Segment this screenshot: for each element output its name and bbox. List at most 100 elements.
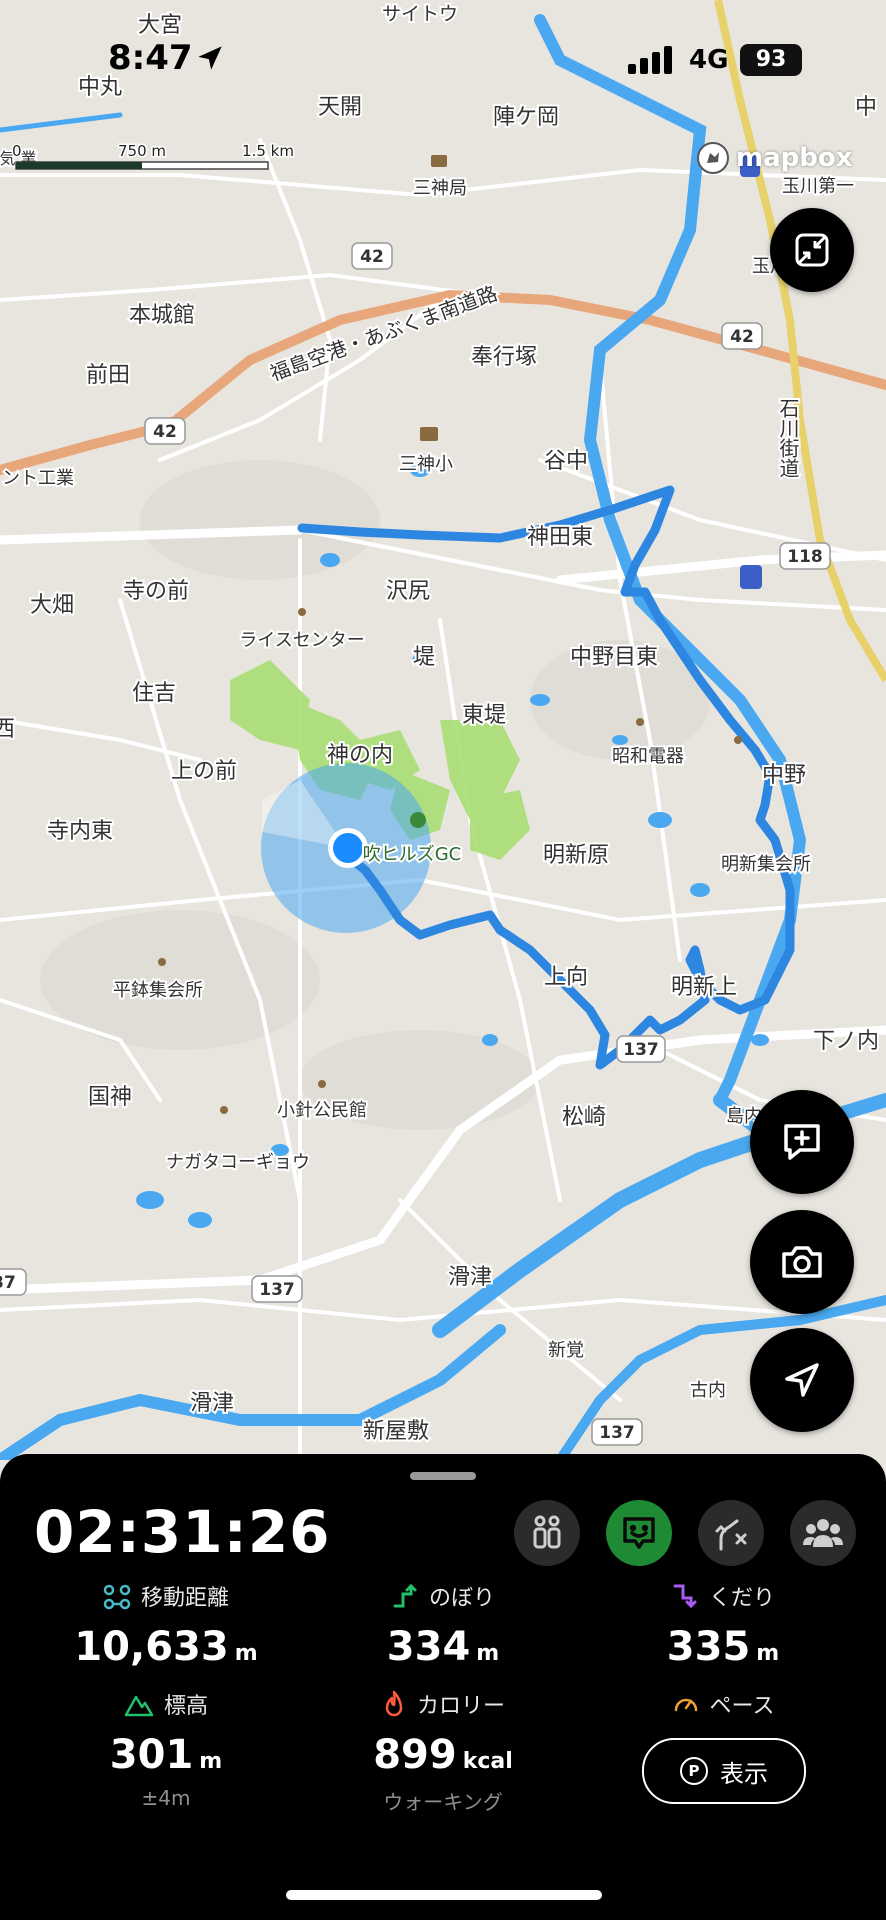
stat-unit: kcal: [462, 1749, 513, 1774]
map-label: 寺内東: [47, 819, 113, 844]
map-label: 住吉: [132, 681, 176, 706]
pace-show-button[interactable]: P 表示: [642, 1738, 806, 1804]
stat-descent: くだり 335 m: [583, 1580, 863, 1670]
map-label: 神の内: [327, 743, 393, 768]
svg-text:42: 42: [360, 247, 384, 267]
stat-unit: m: [756, 1641, 780, 1666]
flame-icon: [385, 1690, 403, 1717]
stat-label: 移動距離: [140, 1586, 229, 1611]
stat-ascent: のぼり 334 m: [303, 1580, 583, 1670]
map-label: 前田: [86, 363, 130, 388]
map-label: 新屋敷: [363, 1419, 429, 1444]
stat-value: 899: [373, 1732, 457, 1778]
group-icon: [803, 1519, 843, 1547]
stat-value: 335: [666, 1624, 751, 1670]
road-label-ishikawa: 石川街道: [774, 396, 802, 480]
svg-text:42: 42: [153, 422, 177, 442]
ascent-icon: [393, 1583, 417, 1608]
location-services-icon: [198, 46, 222, 70]
svg-text:137: 137: [623, 1040, 659, 1060]
route-shield-137b: 137: [251, 1275, 303, 1303]
stat-label: のぼり: [428, 1586, 495, 1611]
add-note-icon: [784, 1124, 820, 1160]
smile-badge-icon: [623, 1517, 655, 1549]
home-indicator[interactable]: [286, 1890, 602, 1900]
mapbox-attribution[interactable]: mapbox: [696, 140, 853, 176]
map-label: 東堤: [462, 703, 506, 728]
signal-icon: [628, 46, 672, 74]
route-shield-137a: 137: [616, 1035, 666, 1063]
speedometer-icon: [674, 1698, 697, 1712]
clock: 8:47: [108, 38, 193, 78]
stat-value: 334: [386, 1624, 471, 1670]
route-shield-37: 37: [0, 1268, 27, 1296]
scale-zero: 0: [12, 142, 22, 160]
stat-label: ペース: [709, 1694, 775, 1719]
pace-p-icon: P: [680, 1757, 708, 1785]
mapbox-wordmark: mapbox: [736, 143, 853, 173]
map-label: 三神小: [399, 454, 453, 475]
stat-unit: m: [234, 1641, 258, 1666]
pace-show-label: 表示: [720, 1759, 768, 1788]
mapbox-logo-icon: [697, 142, 729, 174]
svg-text:42: 42: [730, 327, 754, 347]
map-label: ント工業: [2, 468, 74, 489]
scale-max: 1.5 km: [242, 142, 294, 160]
camera-icon: [782, 1246, 822, 1278]
svg-text:137: 137: [599, 1423, 635, 1443]
map-label: 国神: [88, 1085, 132, 1110]
map-label: 三神局: [413, 178, 467, 199]
map-scale-bar: 0 750 m 1.5 km: [11, 141, 295, 170]
map-label: 西: [0, 717, 15, 742]
distance-icon: [103, 1584, 131, 1610]
stat-value: 301: [109, 1732, 194, 1778]
descent-icon: [673, 1584, 697, 1609]
map-label: 明新原: [543, 843, 609, 868]
svg-text:石川街道: 石川街道: [776, 398, 800, 478]
group-button[interactable]: [790, 1500, 856, 1566]
scale-mid: 750 m: [118, 142, 166, 160]
hiking-partners-button[interactable]: [514, 1500, 580, 1566]
stat-activity-type: ウォーキング: [383, 1790, 503, 1814]
map-label: 玉川第一: [782, 176, 854, 197]
map-label: 神田東: [527, 525, 593, 550]
map-label: 昭和電器: [612, 746, 684, 767]
map-label: 中野目東: [570, 645, 658, 670]
add-note-button[interactable]: [750, 1090, 854, 1194]
stat-distance: 移動距離 10,633 m: [26, 1580, 306, 1670]
stat-accuracy: ±4m: [141, 1786, 191, 1810]
map-label: 奉行塚: [471, 345, 537, 370]
route-shield-42c: 42: [721, 322, 763, 350]
map-label: 本城館: [129, 303, 195, 328]
route-branch-icon: [715, 1519, 747, 1551]
locate-button[interactable]: [750, 1328, 854, 1432]
battery-indicator: 93: [740, 44, 802, 76]
stat-unit: m: [476, 1641, 500, 1666]
mountain-icon: [124, 1695, 154, 1717]
stat-label: カロリー: [416, 1694, 505, 1719]
map-label: 古内: [690, 1380, 726, 1401]
expand-icon: [795, 233, 829, 267]
route-shield-42a: 42: [351, 242, 393, 270]
map-label: 吹ヒルズGC: [363, 844, 462, 865]
stat-label: 標高: [163, 1694, 208, 1719]
network-type: 4G: [689, 45, 729, 75]
map-label: 平鉢集会所: [113, 980, 203, 1001]
stat-pace: ペース: [583, 1688, 863, 1720]
stat-unit: m: [199, 1749, 223, 1774]
map-label: 上の前: [171, 759, 237, 784]
camera-button[interactable]: [750, 1210, 854, 1314]
route-deviation-button[interactable]: [698, 1500, 764, 1566]
location-arrow-icon: [785, 1363, 819, 1397]
elapsed-time: 02:31:26: [34, 1498, 331, 1566]
map-label: 明新集会所: [721, 854, 811, 875]
svg-text:137: 137: [259, 1280, 295, 1300]
svg-text:118: 118: [787, 547, 823, 567]
map-label: 明新上: [671, 975, 737, 1000]
expand-map-button[interactable]: [770, 208, 854, 292]
map-label: 谷中: [544, 449, 588, 474]
map-label: 新覚: [548, 1340, 584, 1361]
sheet-grabber[interactable]: [410, 1472, 476, 1480]
map-label: 松崎: [562, 1105, 606, 1130]
safety-mode-button[interactable]: [606, 1500, 672, 1566]
